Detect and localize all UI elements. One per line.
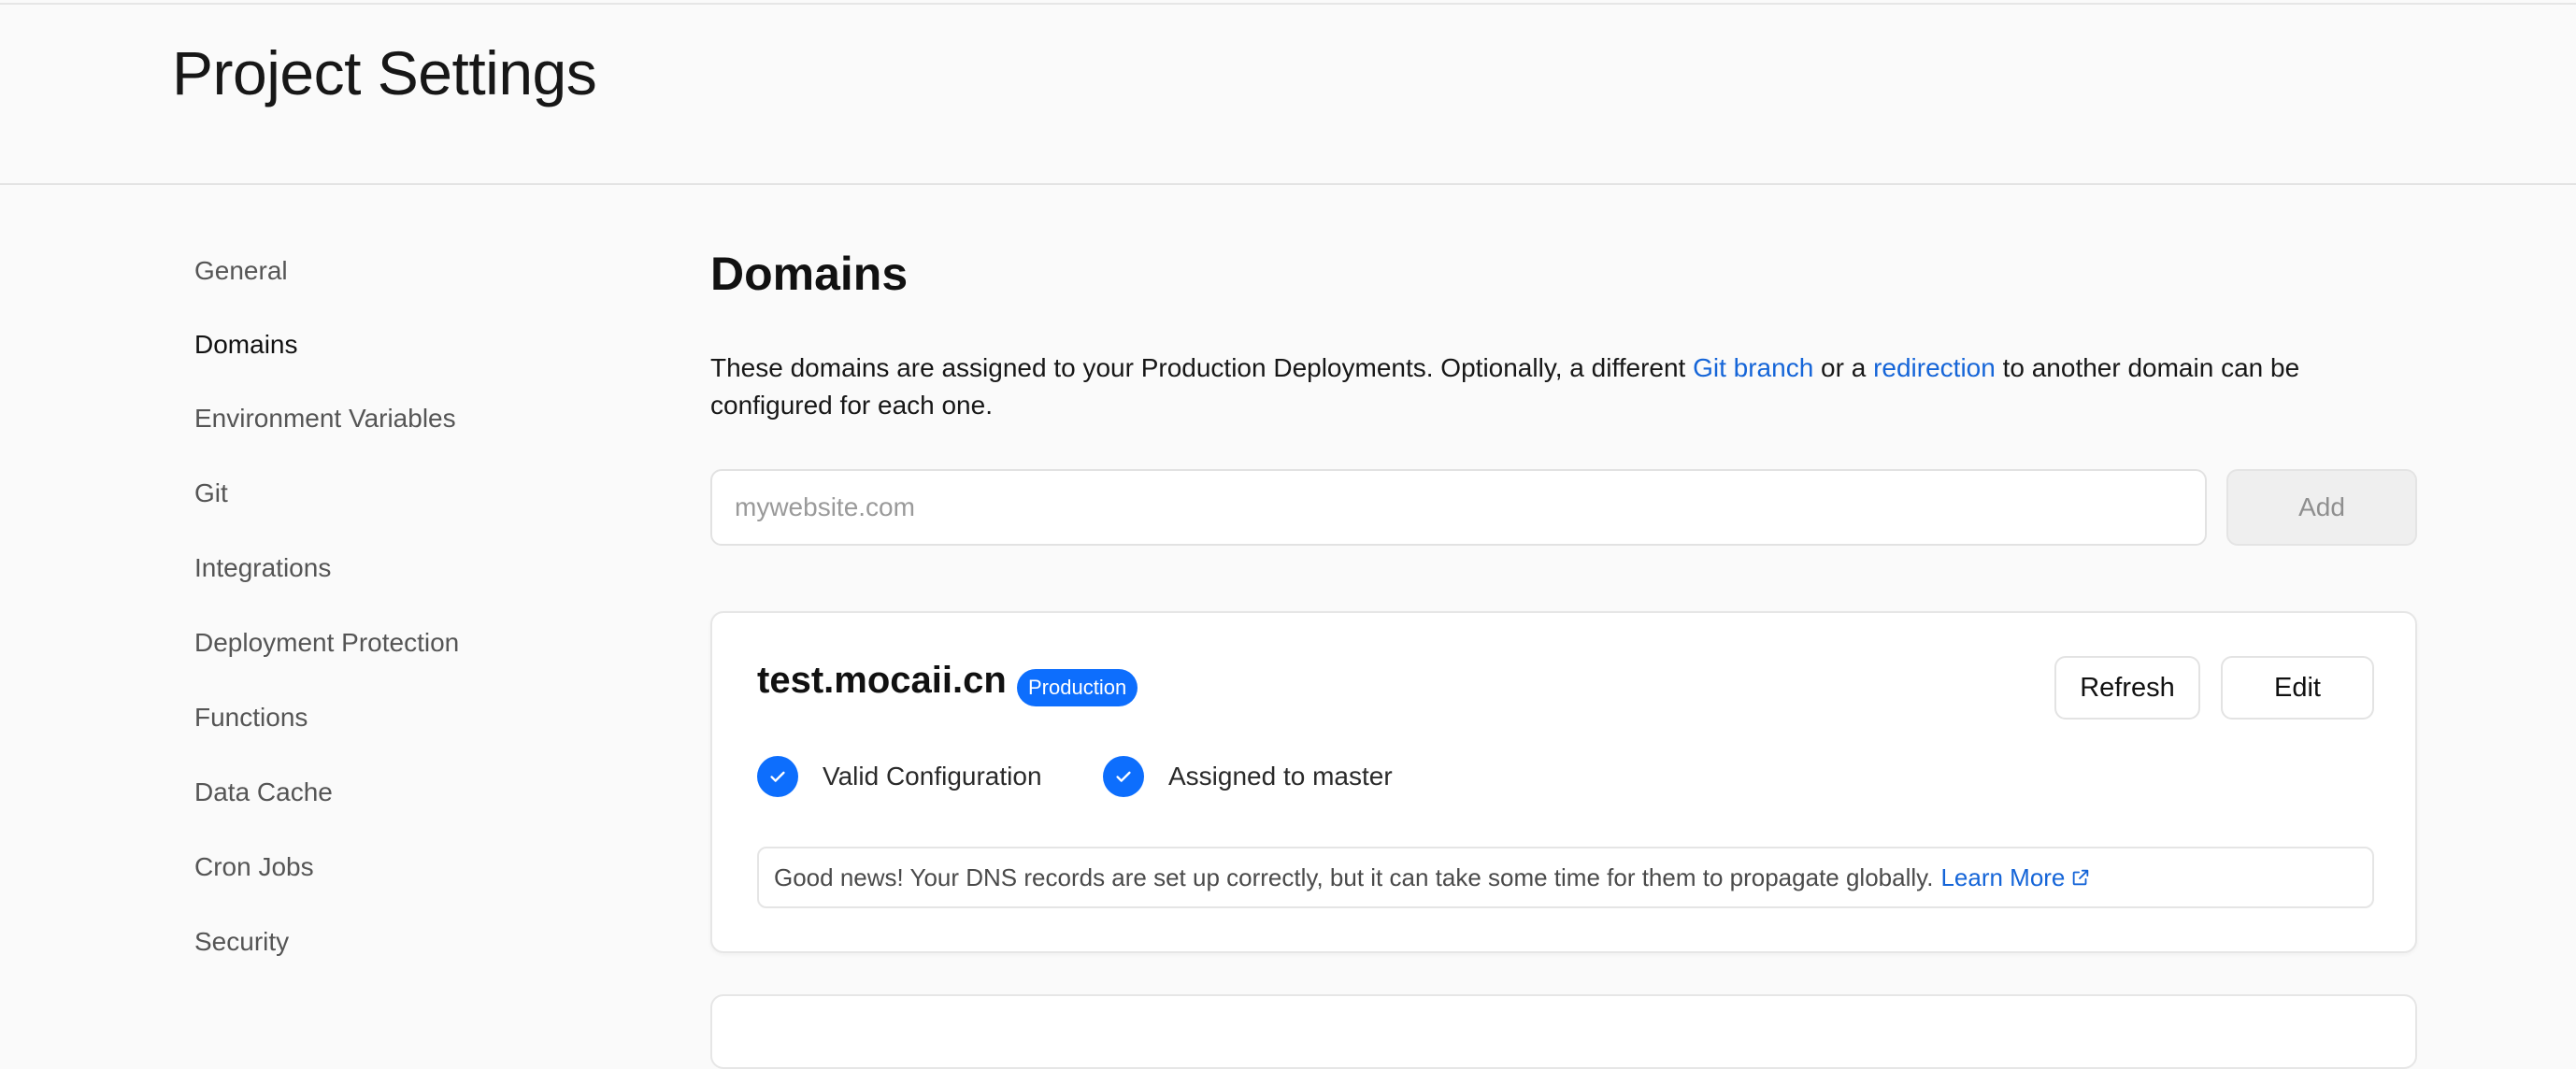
section-title: Domains bbox=[710, 248, 909, 300]
status-label: Assigned to master bbox=[1168, 762, 1393, 791]
external-link-icon bbox=[2070, 867, 2091, 888]
domain-card: test.mocaii.cn Production Refresh Edit V… bbox=[710, 611, 2417, 953]
domain-card-partial bbox=[710, 994, 2417, 1069]
git-branch-link[interactable]: Git branch bbox=[1693, 353, 1813, 382]
sidebar-item-deployment-protection[interactable]: Deployment Protection bbox=[194, 628, 459, 658]
add-domain-button[interactable]: Add bbox=[2226, 469, 2417, 546]
status-assigned-branch: Assigned to master bbox=[1103, 755, 1393, 798]
status-valid-configuration: Valid Configuration bbox=[757, 755, 1042, 798]
sidebar-item-environment-variables[interactable]: Environment Variables bbox=[194, 404, 456, 434]
page-title: Project Settings bbox=[172, 38, 597, 107]
redirection-link[interactable]: redirection bbox=[1873, 353, 1996, 382]
sidebar-item-functions[interactable]: Functions bbox=[194, 703, 308, 733]
sidebar-item-domains[interactable]: Domains bbox=[194, 330, 297, 360]
domain-input[interactable] bbox=[710, 469, 2207, 546]
sidebar-item-general[interactable]: General bbox=[194, 256, 288, 286]
learn-more-label[interactable]: Learn More bbox=[1940, 863, 2065, 892]
sidebar-item-git[interactable]: Git bbox=[194, 478, 228, 508]
refresh-button[interactable]: Refresh bbox=[2054, 656, 2200, 720]
check-circle-icon bbox=[1103, 756, 1144, 797]
notice-text: Good news! Your DNS records are set up c… bbox=[774, 862, 1934, 891]
domains-description: These domains are assigned to your Produ… bbox=[710, 349, 2411, 424]
production-badge: Production bbox=[1017, 669, 1138, 706]
description-text: or a bbox=[1813, 353, 1874, 382]
sidebar-item-security[interactable]: Security bbox=[194, 927, 289, 957]
status-label: Valid Configuration bbox=[823, 762, 1042, 791]
edit-button[interactable]: Edit bbox=[2221, 656, 2374, 720]
learn-more-link[interactable]: Learn More bbox=[1940, 863, 2091, 892]
dns-notice: Good news! Your DNS records are set up c… bbox=[757, 847, 2374, 908]
page-header: Project Settings bbox=[0, 5, 2576, 185]
sidebar-item-integrations[interactable]: Integrations bbox=[194, 553, 331, 583]
domain-name[interactable]: test.mocaii.cn bbox=[757, 660, 1007, 702]
sidebar-item-cron-jobs[interactable]: Cron Jobs bbox=[194, 852, 314, 882]
sidebar-item-data-cache[interactable]: Data Cache bbox=[194, 777, 333, 807]
description-text: These domains are assigned to your Produ… bbox=[710, 353, 1694, 382]
check-circle-icon bbox=[757, 756, 798, 797]
